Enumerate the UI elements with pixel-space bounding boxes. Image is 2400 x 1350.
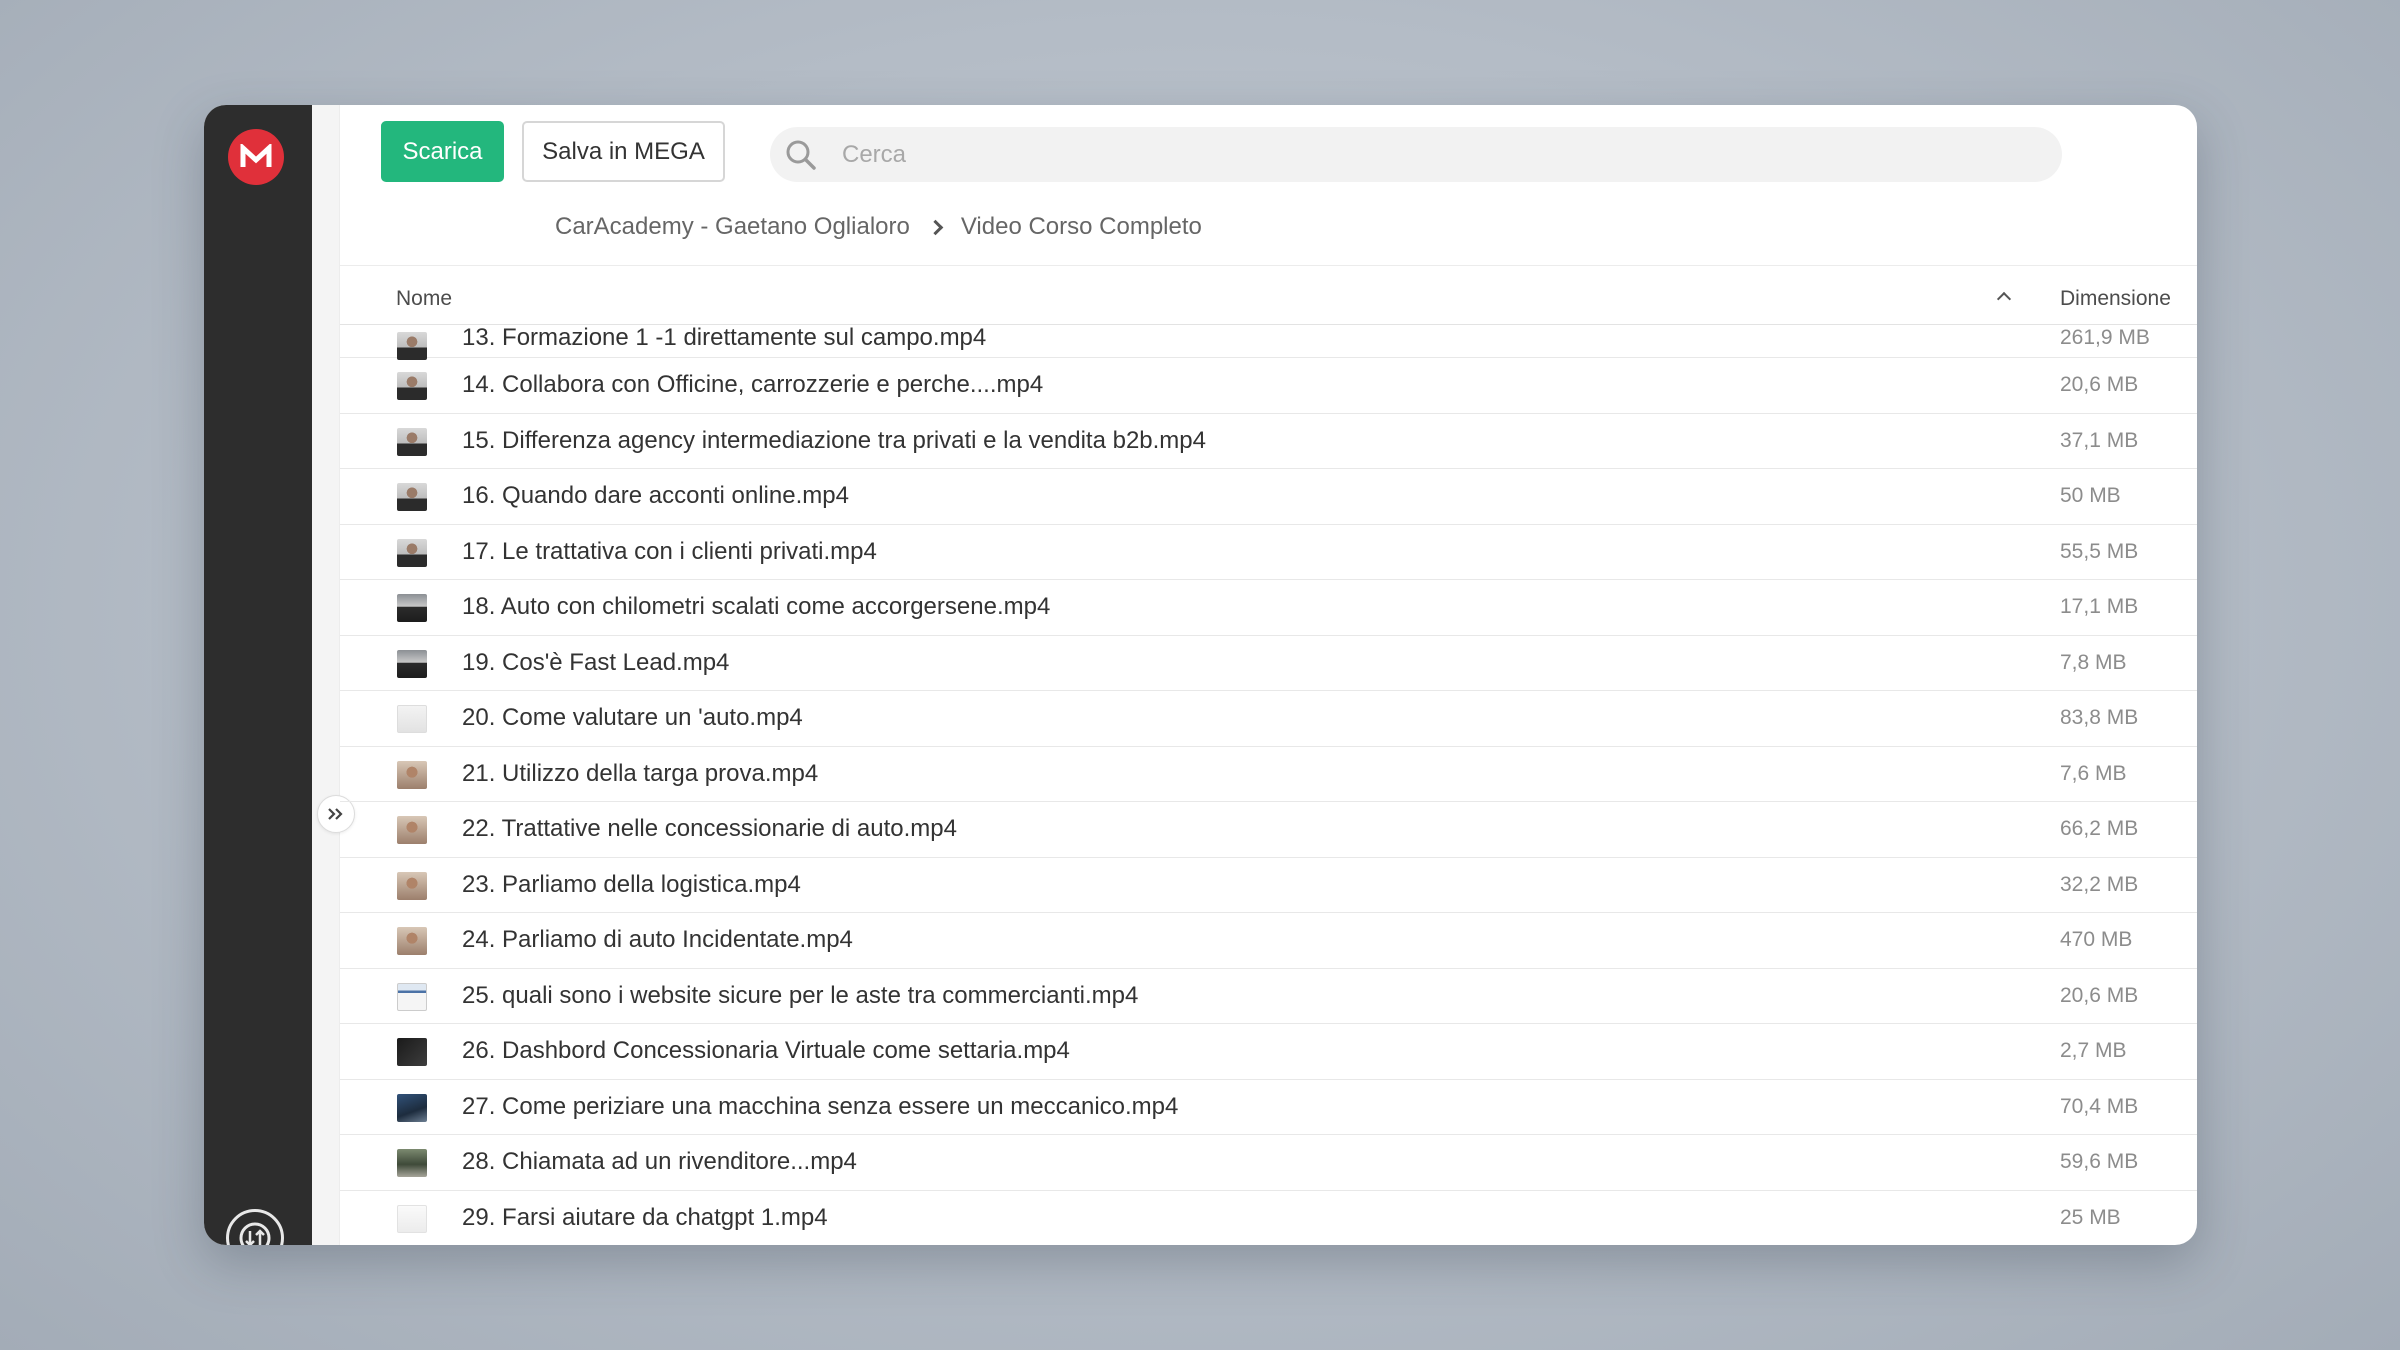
video-thumbnail-icon	[397, 649, 427, 678]
table-row[interactable]: 23. Parliamo della logistica.mp4 32,2 MB…	[340, 858, 2197, 913]
download-button[interactable]: Scarica	[381, 121, 504, 182]
table-row[interactable]: 24. Parliamo di auto Incidentate.mp4 470…	[340, 913, 2197, 969]
file-size: 32,2 MB	[2060, 872, 2139, 896]
search-icon	[786, 140, 816, 170]
video-thumbnail-icon	[397, 1149, 427, 1177]
chevron-right-icon	[927, 219, 944, 235]
column-header-name[interactable]: Nome	[396, 287, 452, 311]
table-row[interactable]: 16. Quando dare acconti online.mp4 50 MB…	[340, 469, 2197, 525]
table-row[interactable]: 13. Formazione 1 -1 direttamente sul cam…	[340, 324, 2197, 360]
file-name: 20. Come valutare un 'auto.mp4	[462, 704, 803, 731]
video-thumbnail-icon	[397, 927, 427, 955]
table-row[interactable]: 26. Dashbord Concessionaria Virtuale com…	[340, 1024, 2197, 1080]
table-row[interactable]: 25. quali sono i website sicure per le a…	[340, 969, 2197, 1024]
column-header-size[interactable]: Dimensione	[2060, 287, 2171, 311]
video-thumbnail-icon	[397, 871, 427, 900]
sidebar	[204, 105, 312, 1245]
file-size: 7,6 MB	[2060, 761, 2127, 785]
file-name: 28. Chiamata ad un rivenditore...mp4	[462, 1148, 857, 1175]
table-header: Nome Dimensione Tipo	[340, 273, 2197, 325]
file-list: 13. Formazione 1 -1 direttamente sul cam…	[340, 324, 2197, 1246]
save-to-mega-button[interactable]: Salva in MEGA	[522, 121, 725, 182]
file-size: 261,9 MB	[2060, 326, 2150, 349]
table-row[interactable]: 19. Cos'è Fast Lead.mp4 7,8 MB Video MPE…	[340, 636, 2197, 691]
breadcrumb-item-root[interactable]: CarAcademy - Gaetano Oglialoro	[555, 213, 910, 241]
file-size: 83,8 MB	[2060, 706, 2139, 729]
video-thumbnail-icon	[397, 1093, 427, 1122]
file-name: 17. Le trattativa con i clienti privati.…	[462, 537, 877, 565]
main-panel: Scarica Salva in MEGA CarAcademy - Gaeta…	[340, 105, 2197, 1245]
file-name: 15. Differenza agency intermediazione tr…	[462, 426, 1206, 454]
table-row[interactable]: 14. Collabora con Officine, carrozzerie …	[340, 358, 2197, 414]
file-size: 66,2 MB	[2060, 817, 2139, 840]
video-thumbnail-icon	[397, 760, 427, 789]
video-thumbnail-icon	[397, 1038, 427, 1066]
file-name: 16. Quando dare acconti online.mp4	[462, 482, 849, 509]
video-thumbnail-icon	[397, 483, 427, 511]
video-thumbnail-icon	[397, 816, 427, 844]
video-thumbnail-icon	[397, 372, 427, 400]
sidebar-rail	[312, 105, 340, 1245]
video-thumbnail-icon	[397, 332, 427, 360]
mega-window: Scarica Salva in MEGA CarAcademy - Gaeta…	[204, 105, 2197, 1245]
file-name: 23. Parliamo della logistica.mp4	[462, 870, 801, 898]
table-row[interactable]: 21. Utilizzo della targa prova.mp4 7,6 M…	[340, 747, 2197, 802]
file-size: 17,1 MB	[2060, 595, 2139, 618]
transfer-manager-icon[interactable]	[226, 1209, 284, 1245]
file-size: 59,6 MB	[2060, 1150, 2139, 1173]
video-thumbnail-icon	[397, 705, 427, 733]
file-name: 19. Cos'è Fast Lead.mp4	[462, 648, 730, 676]
table-row[interactable]: 15. Differenza agency intermediazione tr…	[340, 414, 2197, 469]
file-name: 18. Auto con chilometri scalati come acc…	[462, 593, 1051, 620]
file-name: 29. Farsi aiutare da chatgpt 1.mp4	[462, 1203, 828, 1231]
table-row[interactable]: 17. Le trattativa con i clienti privati.…	[340, 525, 2197, 580]
file-size: 20,6 MB	[2060, 373, 2139, 396]
file-name: 27. Come periziare una macchina senza es…	[462, 1092, 1179, 1120]
table-row[interactable]: 27. Come periziare una macchina senza es…	[340, 1080, 2197, 1135]
file-size: 55,5 MB	[2060, 539, 2139, 563]
search-bar[interactable]	[770, 127, 2062, 182]
breadcrumb-item-current: Video Corso Completo	[960, 213, 1202, 240]
file-name: 22. Trattative nelle concessionarie di a…	[462, 815, 957, 842]
file-name: 21. Utilizzo della targa prova.mp4	[462, 759, 819, 787]
file-size: 2,7 MB	[2060, 1039, 2127, 1062]
file-name: 14. Collabora con Officine, carrozzerie …	[462, 371, 1044, 398]
file-name: 24. Parliamo di auto Incidentate.mp4	[462, 926, 853, 953]
breadcrumb: CarAcademy - Gaetano Oglialoro Video Cor…	[555, 207, 1202, 247]
search-input[interactable]	[842, 135, 2022, 175]
file-size: 25 MB	[2060, 1205, 2121, 1229]
video-thumbnail-icon	[397, 982, 427, 1011]
video-thumbnail-icon	[397, 427, 427, 456]
file-size: 70,4 MB	[2060, 1094, 2139, 1118]
table-row[interactable]: 18. Auto con chilometri scalati come acc…	[340, 580, 2197, 636]
video-thumbnail-icon	[397, 538, 427, 567]
table-row[interactable]: 28. Chiamata ad un rivenditore...mp4 59,…	[340, 1135, 2197, 1191]
file-size: 50 MB	[2060, 484, 2121, 507]
sort-ascending-icon[interactable]	[1996, 291, 2012, 307]
divider	[340, 265, 2197, 266]
table-row[interactable]: 20. Come valutare un 'auto.mp4 83,8 MB V…	[340, 691, 2197, 747]
video-thumbnail-icon	[397, 1204, 427, 1233]
file-size: 7,8 MB	[2060, 650, 2127, 674]
file-name: 13. Formazione 1 -1 direttamente sul cam…	[462, 324, 987, 351]
mega-logo-icon[interactable]	[228, 129, 284, 185]
file-size: 470 MB	[2060, 928, 2133, 951]
video-thumbnail-icon	[397, 594, 427, 622]
table-row[interactable]: 29. Farsi aiutare da chatgpt 1.mp4 25 MB…	[340, 1191, 2197, 1246]
file-size: 20,6 MB	[2060, 983, 2139, 1007]
file-name: 26. Dashbord Concessionaria Virtuale com…	[462, 1037, 1070, 1064]
file-name: 25. quali sono i website sicure per le a…	[462, 981, 1139, 1009]
table-row[interactable]: 22. Trattative nelle concessionarie di a…	[340, 802, 2197, 858]
file-size: 37,1 MB	[2060, 428, 2139, 452]
